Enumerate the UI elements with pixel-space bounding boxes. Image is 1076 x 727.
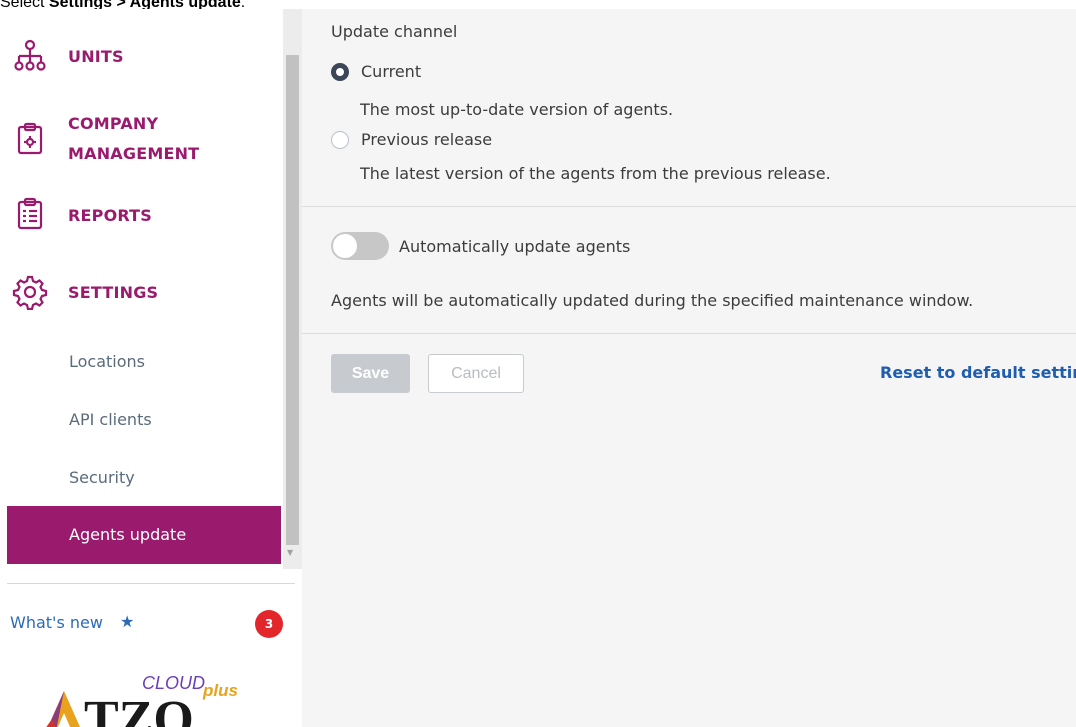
save-button[interactable]: Save [331,354,410,393]
sidebar-item-label: Security [69,468,135,487]
brand-logo: TZO CLOUD plus [38,649,268,727]
reset-to-default-link[interactable]: Reset to default settings [880,363,1076,382]
caption-suffix: . [240,0,246,9]
toggle-knob [333,234,357,258]
sidebar-divider [7,583,295,584]
settings-panel: Update channel Current The most up-to-da… [302,9,1076,727]
auto-update-description: Agents will be automatically updated dur… [331,291,974,310]
radio-option-current[interactable]: Current [331,62,421,81]
svg-text:TZO: TZO [84,691,194,727]
section-divider [302,333,1076,334]
nav-label-company: COMPANY [68,114,159,133]
sidebar: UNITS COMPANY MANAGEMENT REPORTS SETTING… [0,9,302,727]
scrollbar-thumb[interactable] [286,55,299,545]
caption-bold: Settings > Agents update [48,0,241,9]
radio-label-current: Current [361,62,422,81]
whats-new-link[interactable]: What's new [10,613,103,632]
update-channel-title: Update channel [331,22,458,41]
sidebar-item-agents-update[interactable]: Agents update [7,506,281,564]
sidebar-item-locations[interactable]: Locations [0,333,283,391]
clipboard-gear-icon [10,119,50,159]
org-chart-icon [10,36,50,76]
report-clipboard-icon [10,194,50,234]
sidebar-scrollbar[interactable]: ▼ [283,9,302,569]
svg-text:CLOUD: CLOUD [142,673,205,693]
auto-update-label: Automatically update agents [399,237,631,256]
nav-label-management: MANAGEMENT [68,144,200,163]
star-icon: ★ [120,612,135,631]
gear-icon [10,272,50,312]
radio-checked-icon[interactable] [331,62,349,81]
sidebar-item-label: API clients [69,410,152,429]
sidebar-item-api-clients[interactable]: API clients [0,391,283,449]
section-divider [302,206,1076,207]
nav-item-settings[interactable]: SETTINGS [0,267,283,319]
previous-release-description: The latest version of the agents from th… [360,164,831,183]
sidebar-item-label: Locations [69,352,146,371]
radio-unchecked-icon[interactable] [331,130,349,149]
nav-item-reports[interactable]: REPORTS [0,191,283,241]
instruction-caption: Select Settings > Agents update. [0,0,600,9]
notification-badge: 3 [255,610,283,638]
nav-label-reports: REPORTS [68,206,153,225]
radio-option-previous-release[interactable]: Previous release [331,130,492,149]
nav-item-units[interactable]: UNITS [0,31,283,81]
sidebar-item-label: Agents update [69,525,187,544]
nav-item-company-management[interactable]: COMPANY MANAGEMENT [0,107,283,171]
sidebar-item-security[interactable]: Security [0,449,283,507]
nav-label-units: UNITS [68,47,124,66]
auto-update-toggle[interactable] [331,232,389,260]
svg-text:plus: plus [202,681,238,700]
caption-prefix: Select [0,0,49,9]
nav-label-settings: SETTINGS [68,283,159,302]
radio-label-previous: Previous release [361,130,493,149]
current-description: The most up-to-date version of agents. [360,100,674,119]
cancel-button[interactable]: Cancel [428,354,524,393]
scroll-down-arrow-icon[interactable]: ▼ [287,548,293,557]
